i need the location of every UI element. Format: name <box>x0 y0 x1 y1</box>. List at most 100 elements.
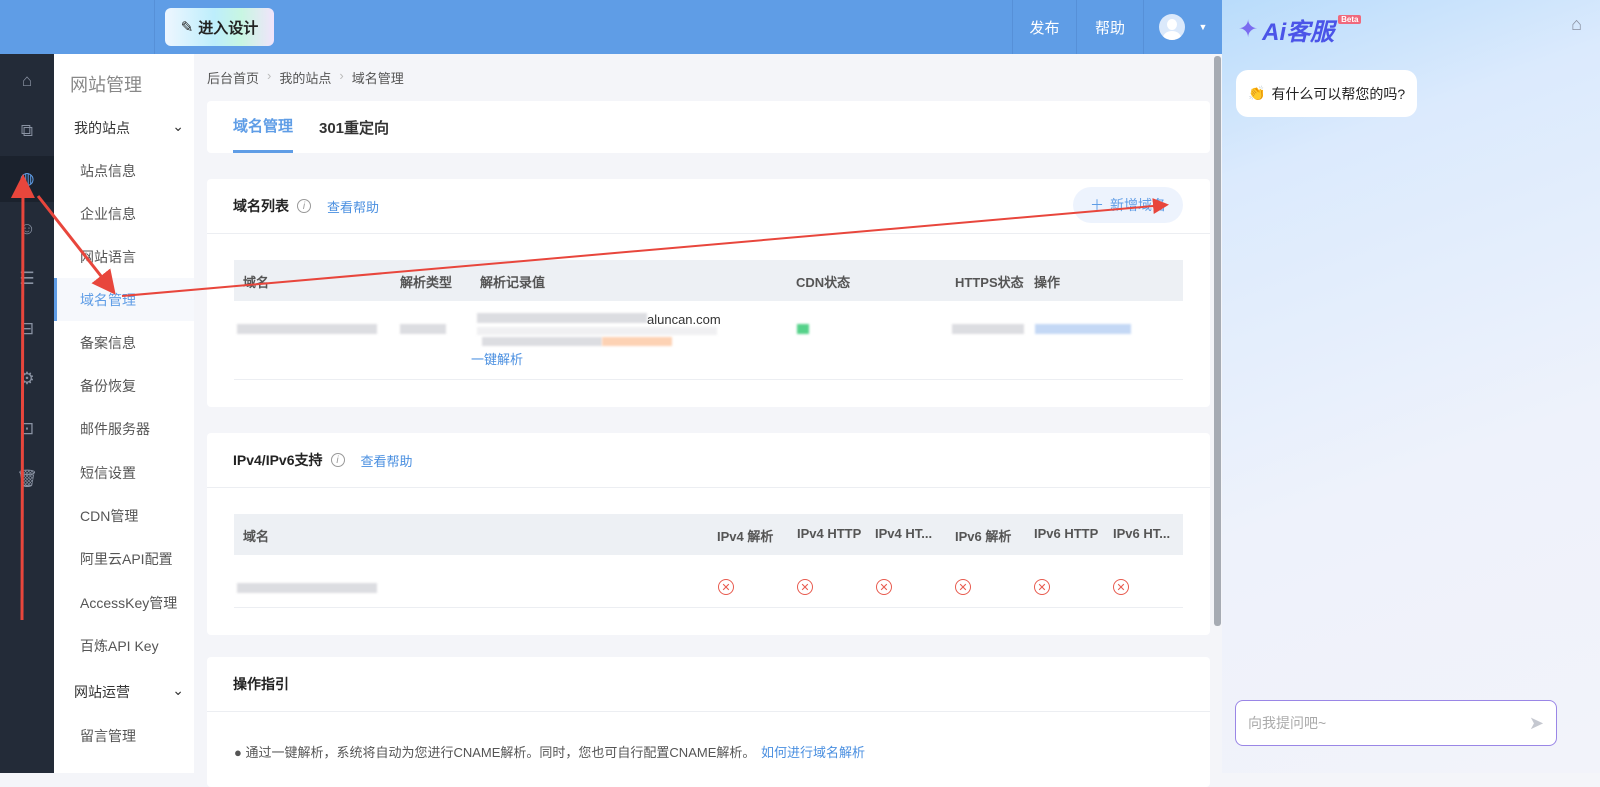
nav-group-my-sites[interactable]: 我的站点 ⌄ <box>74 118 184 138</box>
col-header: IPv6 解析 <box>955 529 1012 544</box>
help-link[interactable]: 查看帮助 <box>361 451 413 470</box>
sparkle-icon: ✦ <box>1238 16 1259 43</box>
domain-resolve-help-link[interactable]: 如何进行域名解析 <box>761 745 865 760</box>
one-click-resolve-link[interactable]: 一键解析 <box>471 349 523 368</box>
greeting-text: 有什么可以帮您的吗? <box>1271 85 1406 102</box>
tab-301-redirect[interactable]: 301重定向 <box>319 101 389 153</box>
crumb-sites[interactable]: 我的站点 <box>279 68 331 87</box>
card-header: IPv4/IPv6支持 i 查看帮助 <box>233 433 413 487</box>
tab-domain-management[interactable]: 域名管理 <box>233 101 294 153</box>
col-header: IPv4 HTTP <box>797 526 862 541</box>
close-circle-icon: ✕ <box>876 579 892 595</box>
blurred-https <box>952 324 1024 334</box>
blurred-domain <box>237 583 377 593</box>
cdn-status <box>797 324 809 334</box>
info-icon[interactable]: i <box>297 199 311 213</box>
nav-item[interactable]: 阿里云API配置 <box>54 537 194 580</box>
nav-item-domain-management[interactable]: 域名管理 <box>54 278 194 321</box>
ai-question-input[interactable]: 向我提问吧~ ➤ <box>1235 700 1557 746</box>
clear-icon[interactable]: ⌂ <box>1571 14 1582 35</box>
pencil-icon: ✎ <box>180 19 194 36</box>
close-circle-icon: ✕ <box>1113 579 1129 595</box>
ai-assistant-panel: ✦ Ai客服 Beta ⌂ 👏 有什么可以帮您的吗? 向我提问吧~ ➤ <box>1222 0 1600 773</box>
close-circle-icon: ✕ <box>955 579 971 595</box>
plus-icon: ＋ <box>1090 197 1104 213</box>
trash-icon[interactable]: 🗑 <box>0 456 54 502</box>
blurred-actions[interactable] <box>1035 324 1131 334</box>
publish-button[interactable]: 发布 <box>1012 0 1076 54</box>
nav-item[interactable]: 留言管理 <box>54 714 194 757</box>
divider <box>234 607 1183 608</box>
scrollbar[interactable] <box>1213 54 1222 773</box>
chevron-right-icon: › <box>339 68 344 83</box>
col-header: 域名 <box>243 529 270 544</box>
crumb-current: 域名管理 <box>351 71 404 86</box>
nav-item[interactable]: 网站语言 <box>54 235 194 278</box>
help-link[interactable]: 查看帮助 <box>327 197 379 216</box>
breadcrumb: 后台首页 › 我的站点 › 域名管理 <box>207 68 404 87</box>
nav-item[interactable]: CDN管理 <box>54 494 194 537</box>
col-header: IPv6 HTTP <box>1034 526 1099 541</box>
crumb-home[interactable]: 后台首页 <box>207 68 259 87</box>
home-icon[interactable]: ⌂ <box>0 58 54 104</box>
ipv-support-card: IPv4/IPv6支持 i 查看帮助 域名 IPv4 解析 IPv4 HTTP IP… <box>207 433 1210 635</box>
col-header: IPv4 解析 <box>717 529 774 544</box>
card-header: 域名列表 i 查看帮助 <box>233 179 379 233</box>
table-header: 域名 解析类型 解析记录值 CDN状态 HTTPS状态 操作 <box>234 260 1183 301</box>
close-circle-icon: ✕ <box>797 579 813 595</box>
nav-item[interactable]: 企业信息 <box>54 192 194 235</box>
blurred-record <box>477 313 647 323</box>
domain-list-card: 域名列表 i 查看帮助 ＋ 新增域名 域名 解析类型 解析记录值 CDN状态 HTTP… <box>207 179 1210 407</box>
nav-item[interactable]: 站点信息 <box>54 149 194 192</box>
list-icon[interactable]: ☰ <box>0 256 54 302</box>
divider <box>207 711 1210 712</box>
group-label: 我的站点 <box>74 120 130 136</box>
guide-card: 操作指引 ● 通过一键解析，系统将自动为您进行CNAME解析。同时，您也可自行配… <box>207 657 1210 787</box>
add-domain-button[interactable]: ＋ 新增域名 <box>1073 187 1183 223</box>
design-label: 进入设计 <box>198 19 259 37</box>
nav-item[interactable]: 邮件服务器 <box>54 407 194 450</box>
nav-item[interactable]: 备份恢复 <box>54 364 194 407</box>
blurred-domain <box>237 324 377 334</box>
add-label: 新增域名 <box>1110 197 1166 213</box>
ai-name: Ai客服 <box>1262 19 1335 46</box>
scrollbar-thumb[interactable] <box>1214 56 1221 626</box>
bag-icon[interactable]: ⊟ <box>0 306 54 352</box>
enter-design-button[interactable]: ✎ 进入设计 <box>165 8 274 46</box>
blurred-record <box>602 337 672 346</box>
nav-title: 网站管理 <box>70 75 142 95</box>
col-header: 解析记录值 <box>480 275 546 290</box>
terminal-icon[interactable]: ⊡ <box>0 406 54 452</box>
blurred-type <box>400 324 446 334</box>
user-menu[interactable]: ▼ <box>1143 0 1222 54</box>
col-header: 域名 <box>243 275 270 290</box>
icon-rail: ⌂ ⧉ ◍ ☺ ☰ ⊟ ⚙ ⊡ 🗑 <box>0 54 54 773</box>
nav-item[interactable]: 备案信息 <box>54 321 194 364</box>
nav-item[interactable]: AccessKey管理 <box>54 581 194 624</box>
close-circle-icon: ✕ <box>718 579 734 595</box>
chat-icon[interactable]: ☺ <box>0 206 54 252</box>
nav-item[interactable]: 百炼API Key <box>54 624 194 667</box>
caret-down-icon: ▼ <box>1198 22 1208 32</box>
globe-icon[interactable]: ◍ <box>0 156 54 202</box>
table-header: 域名 IPv4 解析 IPv4 HTTP IPv4 HT... IPv6 解析 … <box>234 514 1183 555</box>
col-header: HTTPS状态 <box>955 275 1024 290</box>
info-icon[interactable]: i <box>330 453 345 467</box>
side-nav: 网站管理 我的站点 ⌄ 站点信息 企业信息 网站语言 域名管理 备案信息 备份恢复… <box>54 54 194 773</box>
card-header: 操作指引 <box>233 657 289 711</box>
help-button[interactable]: 帮助 <box>1076 0 1143 54</box>
tabs-card: 域名管理 301重定向 <box>207 101 1210 153</box>
nav-group-operations[interactable]: 网站运营 ⌄ <box>74 682 184 702</box>
guide-sentence: 通过一键解析，系统将自动为您进行CNAME解析。同时，您也可自行配置CNAME解… <box>245 745 756 760</box>
beta-badge: Beta <box>1338 15 1362 24</box>
send-icon[interactable]: ➤ <box>1529 713 1544 734</box>
col-header: IPv6 HT... <box>1113 526 1171 541</box>
blurred-record <box>482 337 602 346</box>
divider <box>154 0 155 54</box>
pages-icon[interactable]: ⧉ <box>0 108 54 154</box>
blurred-record <box>477 327 717 335</box>
gear-icon[interactable]: ⚙ <box>0 356 54 402</box>
nav-item[interactable]: 短信设置 <box>54 451 194 494</box>
chevron-down-icon: ⌄ <box>172 682 184 698</box>
card-title: IPv4/IPv6支持 <box>233 452 323 468</box>
